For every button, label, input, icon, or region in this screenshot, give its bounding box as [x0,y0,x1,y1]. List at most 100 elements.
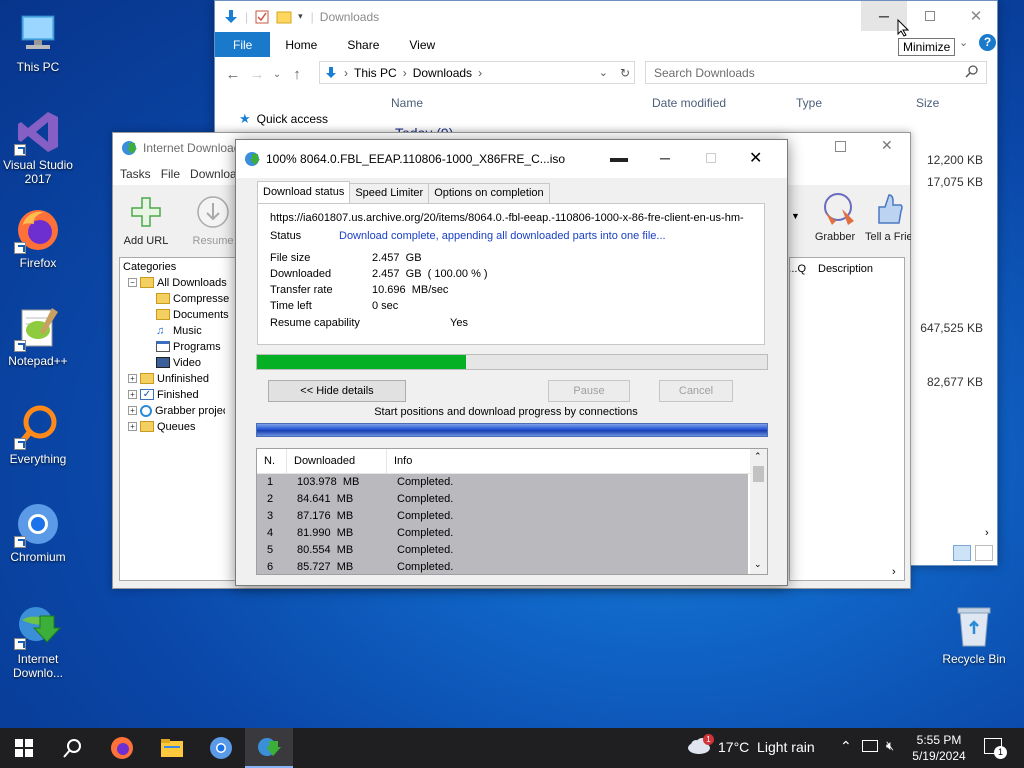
column-n[interactable]: N. [257,449,287,473]
tree-compressed[interactable]: Compressed [156,291,229,306]
tree-documents[interactable]: Documents [156,307,229,322]
grabber-button[interactable]: Grabber [803,191,867,243]
tab-download-status[interactable]: Download status [257,181,351,203]
breadcrumb-downloads[interactable]: Downloads [413,66,472,80]
large-icons-view-icon[interactable] [975,545,993,561]
start-button[interactable] [0,728,48,768]
scrollbar-thumb[interactable] [753,466,764,482]
table-row[interactable]: 3 87.176 MB Completed. [257,508,748,525]
tree-finished[interactable]: + ✓ Finished [128,387,199,402]
tree-unfinished[interactable]: + Unfinished [128,371,209,386]
taskbar-search-button[interactable] [48,728,96,768]
ribbon-tab-share[interactable]: Share [332,32,394,57]
notification-center-icon[interactable]: 1 [984,738,1007,759]
menu-tasks[interactable]: Tasks [120,167,161,181]
details-view-icon[interactable] [953,545,971,561]
taskbar-firefox[interactable] [98,728,146,768]
list-hscroll-right-icon[interactable]: › [892,566,896,578]
volume-muted-icon[interactable]: 🔇︎ [886,738,894,754]
taskbar-chromium[interactable] [197,728,245,768]
tree-video[interactable]: Video [156,355,201,370]
taskbar-idm[interactable] [245,728,293,768]
tree-grabber-projects[interactable]: +Grabber projects [128,403,225,418]
list-header-q[interactable]: Q... [790,263,806,275]
idm-close-button[interactable]: ✕ [881,137,893,154]
toolbar-overflow-icon[interactable]: ▼ [791,211,800,221]
scroll-up-arrow-icon[interactable]: ⌃ [754,451,762,462]
back-arrow-icon[interactable]: ← [221,66,245,83]
search-icon [965,65,978,81]
tell-a-friend-button[interactable]: Tell a Friend [865,191,911,243]
table-vertical-scrollbar[interactable]: ⌃ ⌄ [750,449,767,574]
recent-dropdown-icon[interactable]: ⌄ [269,69,285,80]
refresh-icon[interactable]: ↻ [620,66,630,80]
grabber-icon [818,191,854,225]
desktop-icon-everything[interactable]: Everything [0,402,76,466]
ribbon-tab-file[interactable]: File [215,32,271,57]
network-icon[interactable] [862,740,878,752]
close-button[interactable]: ✕ [953,1,999,31]
qa-dropdown-icon[interactable]: ▾ [298,11,303,22]
tab-options-on-completion[interactable]: Options on completion [428,183,550,203]
dialog-maximize-button[interactable] [706,153,716,163]
tree-music[interactable]: ♫ Music [156,323,202,338]
folder-icon [161,739,183,757]
help-icon[interactable]: ? [979,34,996,51]
ribbon-tab-home[interactable]: Home [270,32,332,57]
desktop-icon-chromium[interactable]: Chromium [0,500,76,564]
tree-programs[interactable]: Programs [156,339,221,354]
desktop-icon-visual-studio[interactable]: Visual Studio 2017 [0,108,76,186]
ribbon-tab-view[interactable]: View [394,32,450,57]
properties-icon[interactable] [254,9,270,25]
weather-widget[interactable]: 1 17°C Light rain [686,734,815,758]
column-info[interactable]: Info [387,449,747,473]
desktop-icon-idm[interactable]: Internet Downlo... [0,602,76,680]
ribbon-expand-icon[interactable]: ⌄ [959,36,968,49]
table-row[interactable]: 2 84.641 MB Completed. [257,491,748,508]
tree-all-downloads[interactable]: − All Downloads [128,275,227,290]
table-row[interactable]: 5 80.554 MB Completed. [257,542,748,559]
pause-button[interactable]: Pause [548,380,630,402]
column-type[interactable]: Type [796,96,822,110]
dialog-close-button[interactable]: ✕ [749,148,762,168]
forward-arrow-icon[interactable]: → [245,66,269,83]
address-bar[interactable]: › This PC › Downloads › ⌄ ↻ [319,61,635,84]
tree-queues[interactable]: + Queues [128,419,196,434]
idm-maximize-button[interactable] [835,141,846,152]
quick-access-item[interactable]: ★ Quick access [239,111,328,127]
column-name[interactable]: Name [391,96,423,110]
search-input[interactable]: Search Downloads [645,61,987,84]
hide-details-button[interactable]: << Hide details [268,380,406,402]
list-header-description[interactable]: Description [818,263,873,275]
taskbar-file-explorer[interactable] [148,728,196,768]
maximize-button[interactable] [907,1,953,31]
up-arrow-icon[interactable]: ↑ [285,66,309,83]
desktop-icon-firefox[interactable]: Firefox [0,206,76,270]
table-row[interactable]: 1 103.978 MB Completed. [257,474,748,491]
dialog-titlebar[interactable]: 100% 8064.0.FBL_EEAP.110806-1000_X86FRE_… [236,140,787,178]
new-folder-icon[interactable] [276,9,292,25]
column-downloaded[interactable]: Downloaded [287,449,387,473]
download-progress-dialog[interactable]: 100% 8064.0.FBL_EEAP.110806-1000_X86FRE_… [235,139,788,586]
menu-downloads[interactable]: Downloads [190,167,235,181]
scroll-down-arrow-icon[interactable]: ⌄ [754,559,762,570]
address-dropdown-icon[interactable]: ⌄ [599,66,608,79]
clock[interactable]: 5:55 PM 5/19/2024 [906,732,972,764]
column-size[interactable]: Size [916,96,939,110]
horizontal-scroll-right-icon[interactable]: › [985,527,989,539]
add-url-button[interactable]: Add URL [114,195,178,247]
dialog-minimize-button[interactable]: ─ [660,150,670,166]
table-row[interactable]: 4 81.990 MB Completed. [257,525,748,542]
desktop-icon-notepadpp[interactable]: Notepad++ [0,304,76,368]
table-row[interactable]: 6 85.727 MB Completed. [257,559,748,574]
desktop-icon-recycle-bin[interactable]: Recycle Bin [936,602,1012,666]
row-downloaded: 87.176 MB [297,510,354,522]
column-date-modified[interactable]: Date modified [652,96,726,110]
tray-overflow-chevron-icon[interactable]: ⌃ [840,738,852,755]
tab-speed-limiter[interactable]: Speed Limiter [349,183,430,203]
minimize-tooltip: Minimize [898,38,956,56]
desktop-icon-this-pc[interactable]: This PC [0,10,76,74]
menu-file[interactable]: File [161,167,190,181]
cancel-button[interactable]: Cancel [659,380,733,402]
breadcrumb-this-pc[interactable]: This PC [354,66,397,80]
